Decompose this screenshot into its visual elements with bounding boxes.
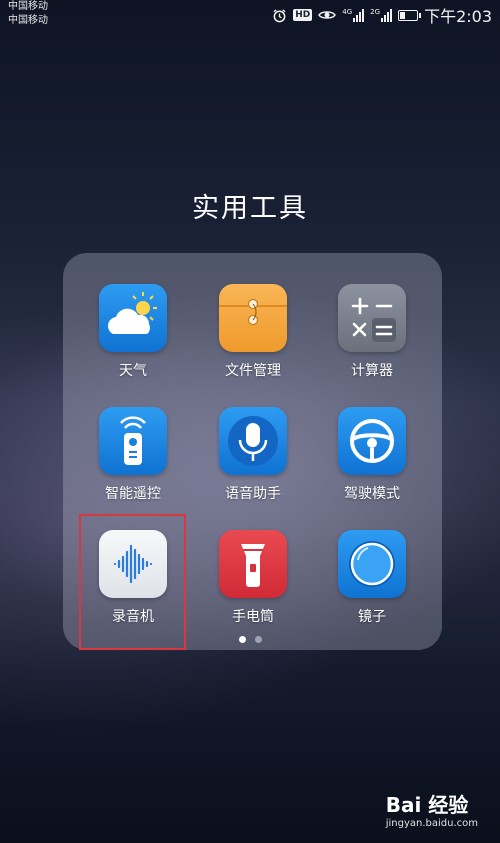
app-label-smart-remote: 智能遥控 xyxy=(105,486,161,502)
app-label-mirror: 镜子 xyxy=(358,609,386,625)
folder-title[interactable]: 实用工具 xyxy=(0,186,500,225)
page-dot-1[interactable] xyxy=(238,636,246,643)
alarm-icon xyxy=(272,8,287,23)
app-file-manager[interactable]: 文件管理 xyxy=(193,284,313,380)
status-bar: 中国移动 中国移动 HD 4G 2G 下午2:03 xyxy=(0,0,500,30)
app-smart-remote[interactable]: 智能遥控 xyxy=(73,407,193,503)
app-label-driving-mode: 驾驶模式 xyxy=(344,486,400,502)
steering-wheel-icon xyxy=(338,407,406,475)
status-icons: HD 4G 2G 下午2:03 xyxy=(272,5,492,26)
net-type-1: 4G xyxy=(342,7,353,16)
app-driving-mode[interactable]: 驾驶模式 xyxy=(312,407,432,503)
carrier-label-2: 中国移动 xyxy=(8,15,48,26)
battery-icon xyxy=(398,9,422,21)
app-label-voice-assistant: 语音助手 xyxy=(225,486,281,502)
app-voice-assistant[interactable]: 语音助手 xyxy=(193,407,313,503)
page-indicator xyxy=(0,636,500,643)
net-type-2: 2G xyxy=(370,7,381,16)
signal-2g-icon: 2G xyxy=(370,7,393,22)
calculator-icon xyxy=(338,284,406,352)
signal-4g-icon: 4G xyxy=(342,7,365,22)
clock: 下午2:03 xyxy=(424,7,492,26)
watermark-url: jingyan.baidu.com xyxy=(385,818,478,829)
app-label-file-manager: 文件管理 xyxy=(225,363,281,379)
remote-control-icon xyxy=(99,407,167,475)
app-mirror[interactable]: 镜子 xyxy=(312,530,432,626)
app-label-flashlight: 手电筒 xyxy=(232,609,274,625)
selection-highlight-box xyxy=(79,514,186,650)
watermark-brand: Bai 经验 xyxy=(385,793,469,817)
hd-voice-icon: HD xyxy=(293,9,313,21)
mirror-icon xyxy=(338,530,406,598)
file-manager-icon xyxy=(219,284,287,352)
app-label-weather: 天气 xyxy=(119,363,147,379)
app-weather[interactable]: 天气 xyxy=(73,284,193,380)
app-label-calculator: 计算器 xyxy=(351,363,393,379)
page-dot-2[interactable] xyxy=(254,636,262,643)
weather-icon xyxy=(99,284,167,352)
app-flashlight[interactable]: 手电筒 xyxy=(193,530,313,626)
microphone-icon xyxy=(219,407,287,475)
flashlight-icon xyxy=(219,530,287,598)
eye-comfort-icon xyxy=(318,9,337,21)
carrier-label-1: 中国移动 xyxy=(8,1,48,12)
watermark: Bai 经验 jingyan.baidu.com xyxy=(386,789,478,829)
app-calculator[interactable]: 计算器 xyxy=(312,284,432,380)
